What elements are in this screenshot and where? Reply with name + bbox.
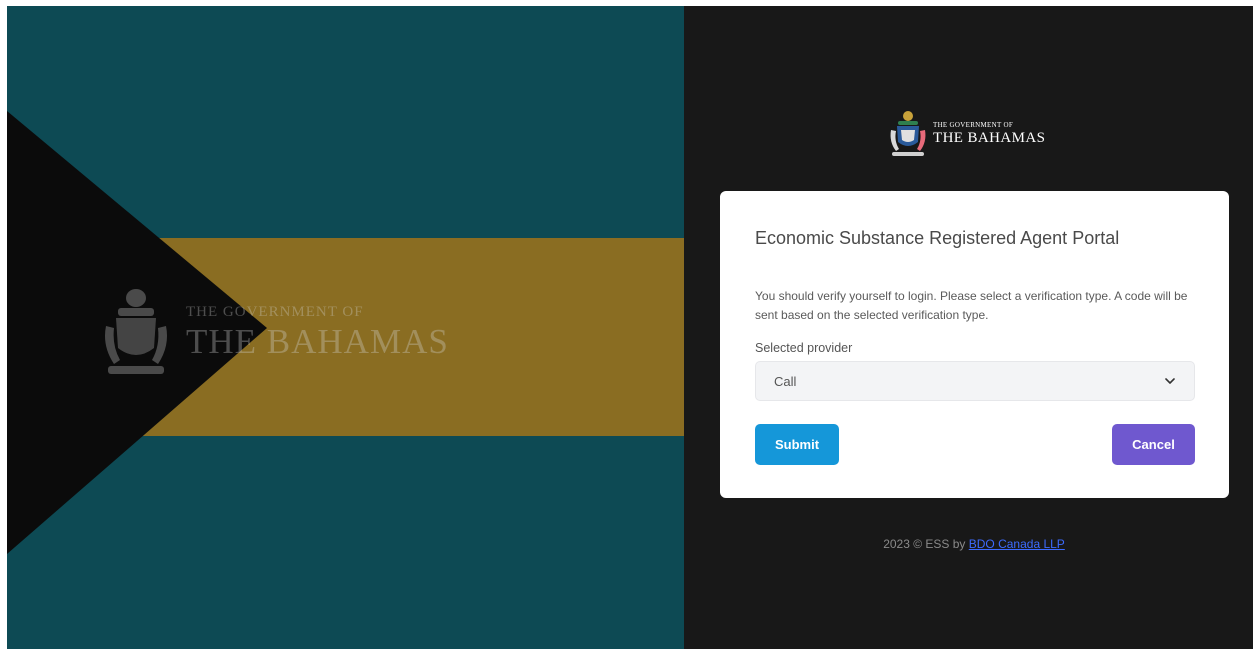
- coat-of-arms-icon: [105, 289, 167, 374]
- flag-panel: THE GOVERNMENT OF THE BAHAMAS: [7, 6, 684, 649]
- logo-line2: THE BAHAMAS: [933, 130, 1046, 146]
- provider-selected-value: Call: [774, 373, 797, 389]
- logo-text: THE GOVERNMENT OF THE BAHAMAS: [933, 122, 1045, 146]
- provider-select[interactable]: Call: [755, 361, 1195, 401]
- coat-of-arms-icon: [890, 111, 926, 156]
- page: THE GOVERNMENT OF THE BAHAMAS THE GOVERN…: [7, 6, 1253, 649]
- government-watermark: THE GOVERNMENT OF THE BAHAMAS: [100, 286, 449, 378]
- login-panel: THE GOVERNMENT OF THE BAHAMAS Economic S…: [684, 6, 1253, 649]
- watermark-line1: THE GOVERNMENT OF: [186, 304, 364, 320]
- government-logo: THE GOVERNMENT OF THE BAHAMAS: [889, 110, 1045, 158]
- verification-message: You should verify yourself to login. Ple…: [755, 289, 1188, 322]
- submit-button[interactable]: Submit: [755, 424, 839, 465]
- page-title: Economic Substance Registered Agent Port…: [755, 228, 1120, 248]
- watermark-line2: THE BAHAMAS: [186, 322, 449, 361]
- chevron-down-icon: [1165, 378, 1175, 384]
- cancel-button[interactable]: Cancel: [1112, 424, 1195, 465]
- footer: 2023 © ESS by BDO Canada LLP: [684, 537, 1253, 551]
- footer-copyright: 2023 © ESS by: [883, 537, 969, 551]
- verification-card: Economic Substance Registered Agent Port…: [720, 191, 1229, 498]
- watermark-text: THE GOVERNMENT OF THE BAHAMAS: [186, 304, 449, 361]
- bdo-canada-link[interactable]: BDO Canada LLP: [969, 537, 1065, 551]
- logo-line1: THE GOVERNMENT OF: [933, 121, 1014, 129]
- provider-label: Selected provider: [755, 341, 853, 355]
